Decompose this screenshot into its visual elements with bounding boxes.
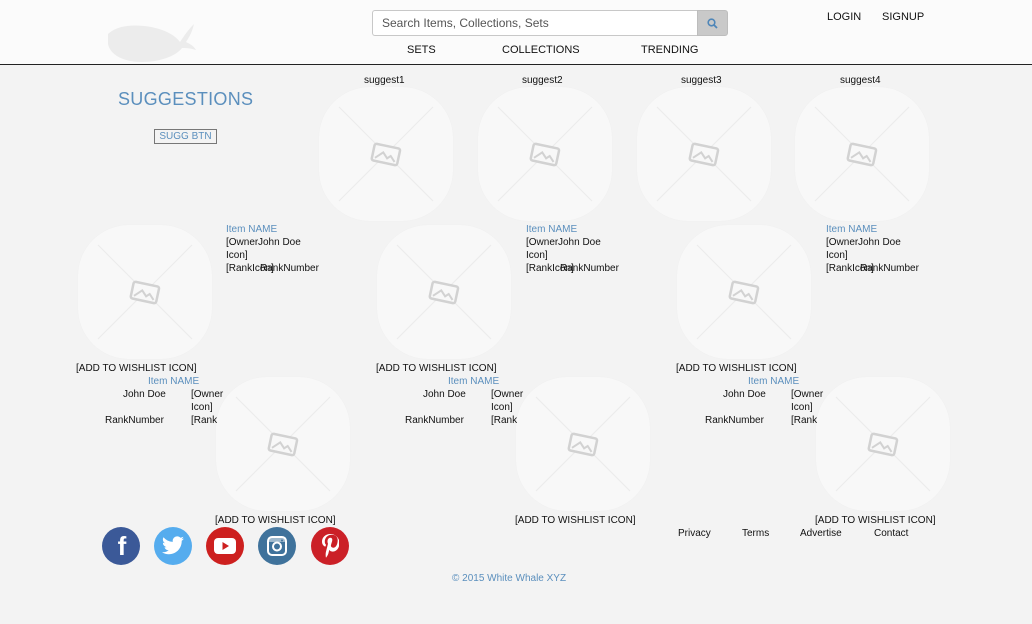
item-thumbnail[interactable]	[677, 225, 811, 359]
item-thumbnail[interactable]	[816, 377, 950, 511]
owner-icon-placeholder: [Owner	[826, 237, 859, 248]
owner-icon-placeholder: Icon]	[791, 402, 813, 413]
site-header: LOGIN SIGNUP SETS COLLECTIONS TRENDING	[0, 0, 1032, 65]
owner-name[interactable]: John Doe	[558, 236, 601, 249]
item-thumbnail[interactable]	[377, 225, 511, 359]
owner-icon-placeholder: [Owner	[526, 237, 559, 248]
add-to-wishlist-button[interactable]: [ADD TO WISHLIST ICON]	[515, 515, 636, 526]
item-name[interactable]: Item NAME	[148, 376, 199, 387]
owner-name[interactable]: John Doe	[858, 236, 901, 249]
image-placeholder-icon	[535, 396, 631, 492]
owner-name[interactable]: John Doe	[258, 236, 301, 249]
suggest-label-1: suggest1	[364, 75, 405, 86]
whale-logo[interactable]	[104, 20, 196, 64]
pinterest-icon	[322, 534, 339, 558]
search-box	[372, 10, 728, 36]
footer-link-terms[interactable]: Terms	[742, 528, 769, 539]
search-button[interactable]	[697, 10, 728, 36]
owner-icon-placeholder: Icon]	[491, 402, 513, 413]
youtube-icon	[214, 538, 236, 554]
suggestions-button[interactable]: SUGG BTN	[154, 129, 217, 144]
add-to-wishlist-button[interactable]: [ADD TO WISHLIST ICON]	[76, 363, 197, 374]
rank-icon-placeholder: [Rank	[191, 415, 217, 426]
suggestions-title: SUGGESTIONS	[118, 89, 254, 109]
instagram-icon	[267, 536, 287, 556]
footer-link-privacy[interactable]: Privacy	[678, 528, 711, 539]
owner-name[interactable]: John Doe	[123, 388, 166, 401]
search-icon	[707, 17, 718, 29]
item-name[interactable]: Item NAME	[748, 376, 799, 387]
owner-icon-placeholder: Icon]	[526, 250, 548, 261]
footer-link-advertise[interactable]: Advertise	[800, 528, 842, 539]
add-to-wishlist-button[interactable]: [ADD TO WISHLIST ICON]	[676, 363, 797, 374]
owner-name[interactable]: John Doe	[723, 388, 766, 401]
image-placeholder-icon	[396, 244, 492, 340]
twitter-button[interactable]	[154, 527, 192, 565]
image-placeholder-icon	[835, 396, 931, 492]
owner-icon-placeholder: Icon]	[191, 402, 213, 413]
rank-icon-placeholder: [Rank	[791, 415, 817, 426]
youtube-button[interactable]	[206, 527, 244, 565]
add-to-wishlist-button[interactable]: [ADD TO WISHLIST ICON]	[815, 515, 936, 526]
owner-icon-placeholder: [Owner	[191, 389, 224, 400]
instagram-button[interactable]	[258, 527, 296, 565]
twitter-icon	[162, 536, 184, 555]
suggestion-thumbnail[interactable]	[478, 87, 612, 221]
owner-icon-placeholder: [Owner	[226, 237, 259, 248]
owner-icon-placeholder: [Owner	[791, 389, 824, 400]
item-name[interactable]: Item NAME	[826, 224, 877, 235]
footer-link-contact[interactable]: Contact	[874, 528, 908, 539]
facebook-icon: f	[117, 531, 127, 561]
suggest-label-4: suggest4	[840, 75, 881, 86]
owner-icon-placeholder: Icon]	[826, 250, 848, 261]
rank-number: RankNumber	[260, 263, 319, 274]
add-to-wishlist-button[interactable]: [ADD TO WISHLIST ICON]	[215, 515, 336, 526]
add-to-wishlist-button[interactable]: [ADD TO WISHLIST ICON]	[376, 363, 497, 374]
rank-number: RankNumber	[405, 415, 464, 426]
rank-number: RankNumber	[105, 415, 164, 426]
suggestion-thumbnail[interactable]	[795, 87, 929, 221]
image-placeholder-icon	[656, 106, 752, 202]
item-name[interactable]: Item NAME	[448, 376, 499, 387]
facebook-button[interactable]: f	[102, 527, 140, 565]
rank-icon-placeholder: [Rank	[491, 415, 517, 426]
copyright-text: © 2015 White Whale XYZ	[452, 573, 567, 584]
suggest-label-2: suggest2	[522, 75, 563, 86]
owner-icon-placeholder: [Owner	[491, 389, 524, 400]
image-placeholder-icon	[814, 106, 910, 202]
nav-sets[interactable]: SETS	[407, 44, 436, 56]
image-placeholder-icon	[696, 244, 792, 340]
signup-link[interactable]: SIGNUP	[882, 11, 924, 23]
item-name[interactable]: Item NAME	[226, 224, 277, 235]
suggest-label-3: suggest3	[681, 75, 722, 86]
item-name[interactable]: Item NAME	[526, 224, 577, 235]
image-placeholder-icon	[235, 396, 331, 492]
rank-number: RankNumber	[705, 415, 764, 426]
item-thumbnail[interactable]	[516, 377, 650, 511]
item-thumbnail[interactable]	[216, 377, 350, 511]
owner-icon-placeholder: Icon]	[226, 250, 248, 261]
pinterest-button[interactable]	[311, 527, 349, 565]
rank-number: RankNumber	[560, 263, 619, 274]
suggestion-thumbnail[interactable]	[637, 87, 771, 221]
image-placeholder-icon	[97, 244, 193, 340]
rank-number: RankNumber	[860, 263, 919, 274]
image-placeholder-icon	[497, 106, 593, 202]
nav-trending[interactable]: TRENDING	[641, 44, 698, 56]
owner-name[interactable]: John Doe	[423, 388, 466, 401]
search-input[interactable]	[372, 10, 698, 36]
suggestion-thumbnail[interactable]	[319, 87, 453, 221]
item-thumbnail[interactable]	[78, 225, 212, 359]
image-placeholder-icon	[338, 106, 434, 202]
nav-collections[interactable]: COLLECTIONS	[502, 44, 580, 56]
login-link[interactable]: LOGIN	[827, 11, 861, 23]
